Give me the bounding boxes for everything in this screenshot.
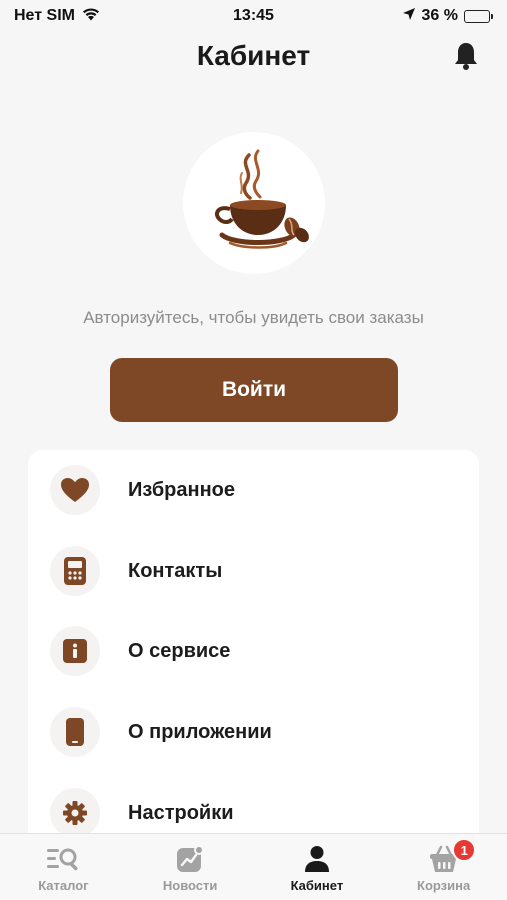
battery-percent: 36 % <box>421 7 458 24</box>
page-title: Кабинет <box>196 40 311 71</box>
tab-label: Новости <box>162 878 218 893</box>
menu-label: Контакты <box>128 559 223 582</box>
menu-label: Настройки <box>128 801 234 824</box>
menu-label: О приложении <box>128 720 272 743</box>
tab-label: Каталог <box>38 878 89 893</box>
news-icon <box>174 844 206 874</box>
tab-cart[interactable]: Корзина 1 <box>380 834 507 900</box>
status-bar: Нет SIM 13:45 36 % <box>0 0 507 32</box>
menu-label: О сервисе <box>128 639 231 662</box>
tab-catalog[interactable]: Каталог <box>0 834 127 900</box>
auth-hint-text: Авторизуйтесь, чтобы увидеть свои заказы <box>83 308 424 327</box>
smartphone-icon <box>50 707 100 757</box>
heart-icon <box>50 465 100 515</box>
catalog-icon <box>47 844 79 874</box>
info-icon <box>50 626 100 676</box>
menu-item-about-service[interactable]: О сервисе <box>28 611 479 691</box>
battery-icon <box>464 9 493 23</box>
tab-label: Корзина <box>417 878 471 893</box>
tab-label: Кабинет <box>290 878 344 893</box>
header: Кабинет <box>0 32 507 80</box>
coffee-cup-icon <box>214 149 309 249</box>
coffee-logo <box>183 132 325 274</box>
status-left: Нет SIM <box>14 6 101 26</box>
profile-icon <box>301 844 333 874</box>
menu-label: Избранное <box>128 478 236 501</box>
gear-icon <box>50 788 100 838</box>
menu-list: Избранное Контакты О сервисе О приложени… <box>28 450 479 850</box>
login-button[interactable]: Войти <box>110 358 398 422</box>
cart-count-badge: 1 <box>452 838 477 862</box>
menu-item-favorites[interactable]: Избранное <box>28 450 479 530</box>
wifi-icon <box>81 6 101 26</box>
location-arrow-icon <box>402 7 416 26</box>
notifications-bell-icon[interactable] <box>451 40 481 72</box>
menu-item-about-app[interactable]: О приложении <box>28 692 479 772</box>
tab-cabinet[interactable]: Кабинет <box>254 834 381 900</box>
tab-news[interactable]: Новости <box>127 834 254 900</box>
tab-bar: Каталог Новости Кабинет Корзина 1 <box>0 833 507 900</box>
menu-item-contacts[interactable]: Контакты <box>28 531 479 611</box>
phone-icon <box>50 546 100 596</box>
status-right: 36 % <box>402 7 493 26</box>
carrier-label: Нет SIM <box>14 7 75 24</box>
